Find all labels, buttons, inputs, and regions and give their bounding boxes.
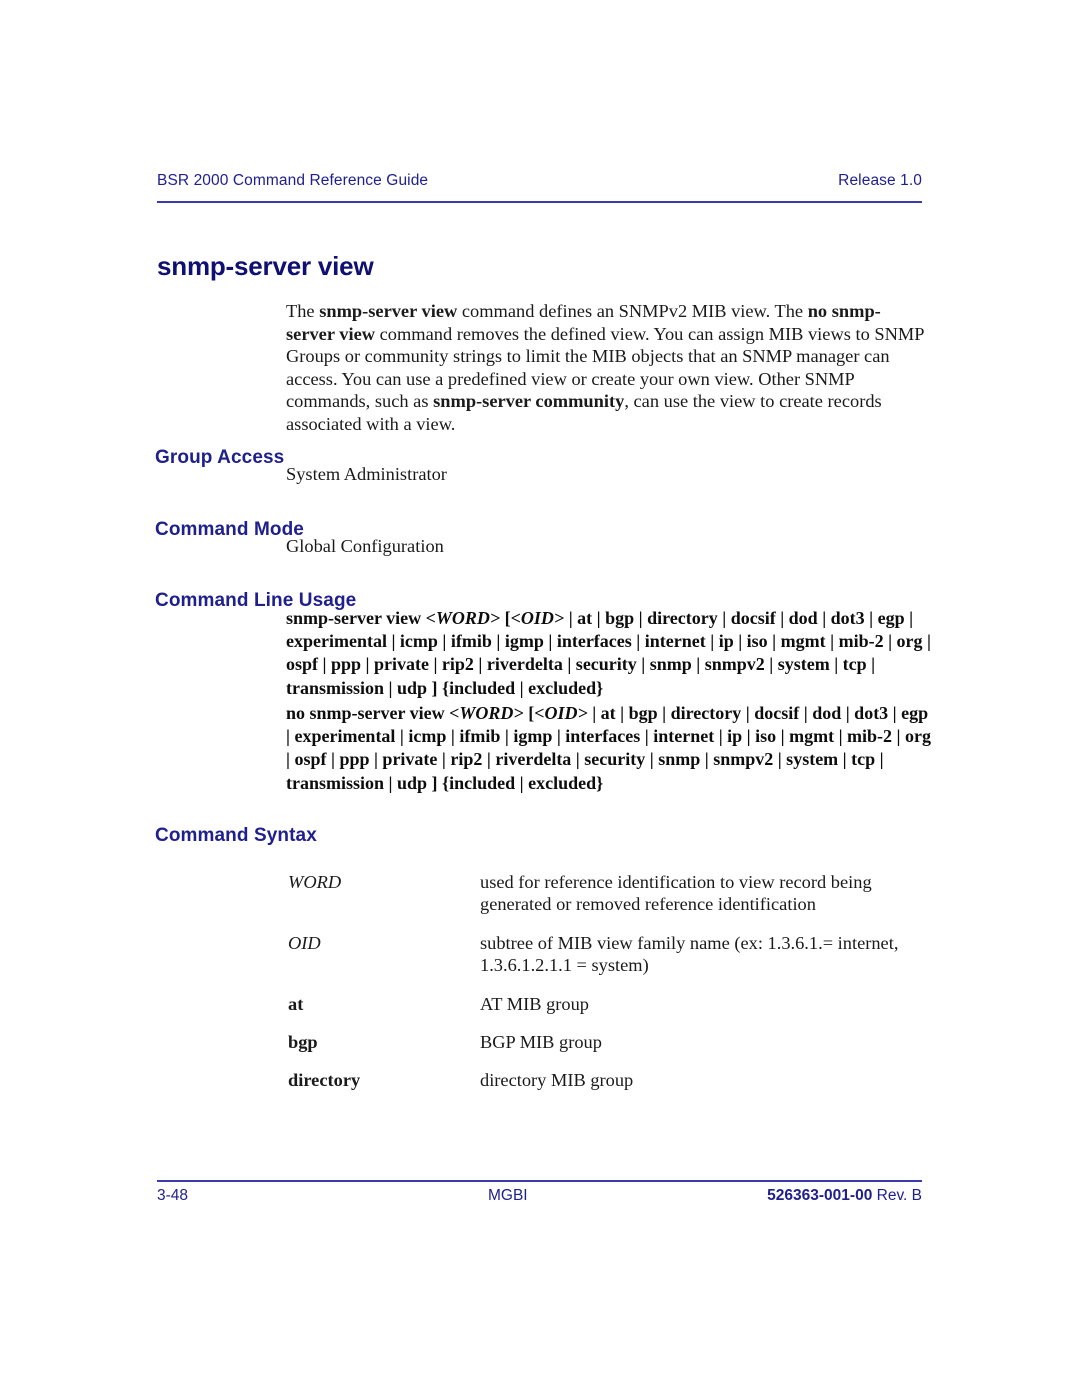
syntax-description: used for reference identification to vie…: [480, 872, 872, 915]
header-divider-rule: [157, 201, 922, 203]
command-syntax-table-body: WORD used for reference identification to…: [288, 871, 928, 1108]
page-title: snmp-server view: [157, 251, 374, 282]
usage-positive-oid-param: <OID>: [510, 608, 565, 628]
footer-revision: Rev. B: [872, 1187, 922, 1204]
usage-syntax-positive: snmp-server view <WORD> [<OID> | at | bg…: [286, 607, 931, 700]
syntax-description: subtree of MIB view family name (ex: 1.3…: [480, 932, 899, 976]
header-release: Release 1.0: [838, 172, 922, 189]
usage-positive-mid: [: [500, 608, 511, 628]
syntax-term: OID: [288, 932, 321, 953]
intro-text-1: The: [286, 301, 320, 322]
syntax-table-row: WORD used for reference identification to…: [288, 871, 928, 932]
running-header: BSR 2000 Command Reference Guide Release…: [157, 172, 922, 190]
section-heading-command-syntax: Command Syntax: [155, 824, 317, 846]
syntax-description: directory MIB group: [480, 1070, 634, 1091]
usage-negative-oid-param: <OID>: [534, 703, 588, 723]
document-page: BSR 2000 Command Reference Guide Release…: [0, 0, 1080, 1397]
usage-negative-word-param: <WORD>: [449, 703, 524, 723]
syntax-table-row: directory directory MIB group: [288, 1069, 928, 1107]
command-syntax-table: WORD used for reference identification to…: [288, 871, 928, 1108]
usage-positive-prefix: snmp-server view: [286, 608, 426, 628]
usage-positive-word-param: <WORD>: [425, 608, 501, 628]
running-footer: 3-48 MGBI 526363-001-00 Rev. B: [157, 1187, 922, 1205]
group-access-value: System Administrator: [286, 464, 447, 484]
intro-paragraph: The snmp-server view command defines an …: [286, 300, 926, 435]
footer-company: MGBI: [488, 1187, 528, 1204]
syntax-term: at: [288, 993, 304, 1014]
intro-bold-command-1: snmp-server view: [319, 301, 458, 322]
intro-text-2: command defines an SNMPv2 MIB view. The: [457, 301, 808, 322]
syntax-description: BGP MIB group: [480, 1032, 602, 1053]
syntax-table-row: OID subtree of MIB view family name (ex: …: [288, 932, 928, 993]
header-guide-title: BSR 2000 Command Reference Guide: [157, 172, 429, 189]
syntax-table-row: at AT MIB group: [288, 993, 928, 1031]
footer-doc-number-value: 526363-001-00: [767, 1187, 873, 1204]
usage-syntax-negative: no snmp-server view <WORD> [<OID> | at |…: [286, 702, 931, 795]
syntax-term: bgp: [288, 1032, 318, 1053]
syntax-term: directory: [288, 1070, 361, 1091]
footer-divider-rule: [157, 1180, 922, 1182]
intro-bold-no: no: [807, 301, 828, 322]
intro-bold-community: snmp-server community: [433, 391, 625, 412]
usage-negative-prefix: no snmp-server view: [286, 703, 450, 723]
syntax-description: AT MIB group: [480, 993, 589, 1014]
section-heading-command-mode: Command Mode: [155, 518, 304, 540]
footer-page-number: 3-48: [157, 1187, 189, 1204]
syntax-term: WORD: [288, 872, 342, 892]
section-heading-group-access: Group Access: [155, 446, 285, 468]
syntax-table-row: bgp BGP MIB group: [288, 1031, 928, 1069]
footer-doc-number: 526363-001-00 Rev. B: [767, 1187, 922, 1205]
command-mode-value: Global Configuration: [286, 536, 444, 556]
usage-negative-mid: [: [523, 703, 535, 723]
